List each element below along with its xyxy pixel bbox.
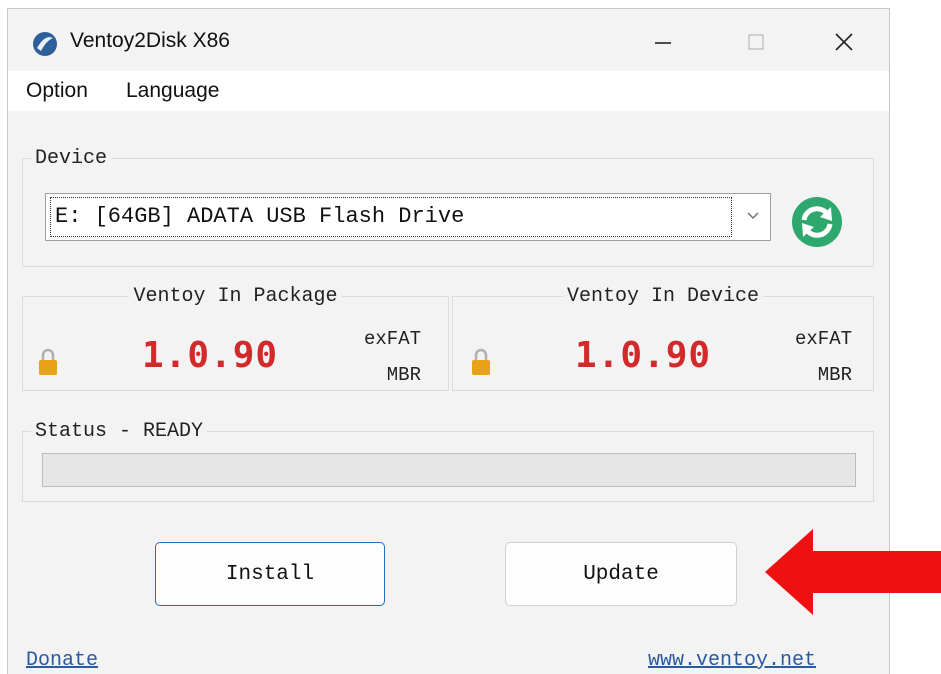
refresh-icon[interactable] bbox=[790, 195, 844, 249]
minimize-icon bbox=[655, 42, 671, 44]
package-filesystem: exFAT bbox=[363, 328, 421, 350]
donate-link[interactable]: Donate bbox=[26, 649, 98, 672]
minimize-button[interactable] bbox=[633, 19, 693, 65]
installed-group-label: Ventoy In Device bbox=[566, 285, 760, 308]
installed-filesystem: exFAT bbox=[794, 328, 852, 350]
menu-option[interactable]: Option bbox=[26, 79, 88, 103]
lock-icon bbox=[39, 348, 57, 375]
installed-version: 1.0.90 bbox=[575, 335, 712, 376]
installed-partition-style: MBR bbox=[817, 364, 852, 386]
maximize-icon bbox=[748, 34, 764, 50]
maximize-button[interactable] bbox=[726, 19, 786, 65]
lock-icon bbox=[472, 348, 490, 375]
package-partition-style: MBR bbox=[386, 364, 421, 386]
annotation-arrow-icon bbox=[765, 529, 941, 615]
device-select[interactable]: E: [64GB] ADATA USB Flash Drive bbox=[45, 193, 771, 241]
install-button[interactable]: Install bbox=[155, 542, 385, 606]
ventoy-logo-icon bbox=[33, 32, 57, 56]
status-label: Status - READY bbox=[35, 420, 204, 443]
progress-bar bbox=[42, 453, 856, 487]
chevron-down-icon bbox=[747, 212, 759, 219]
window-title: Ventoy2Disk X86 bbox=[70, 29, 230, 52]
menu-language[interactable]: Language bbox=[126, 79, 219, 103]
app-window: Ventoy2Disk X86 Option Language Device E… bbox=[7, 8, 890, 674]
device-group-label: Device bbox=[35, 147, 108, 170]
website-link[interactable]: www.ventoy.net bbox=[648, 649, 816, 672]
package-version: 1.0.90 bbox=[142, 335, 279, 376]
update-button[interactable]: Update bbox=[505, 542, 737, 606]
device-select-value: E: [64GB] ADATA USB Flash Drive bbox=[50, 197, 732, 237]
close-button[interactable] bbox=[814, 19, 874, 65]
close-icon bbox=[835, 33, 853, 51]
package-group-label: Ventoy In Package bbox=[133, 285, 338, 308]
menu-bar: Option Language bbox=[8, 71, 889, 111]
title-bar[interactable]: Ventoy2Disk X86 bbox=[8, 9, 889, 71]
